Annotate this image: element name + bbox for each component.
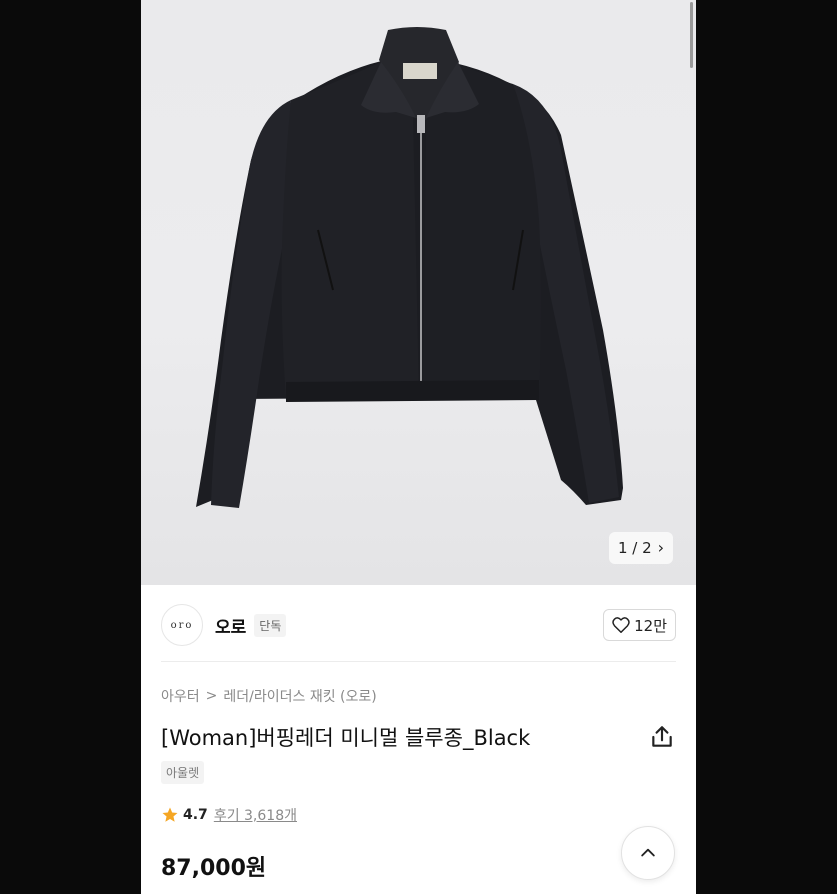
image-counter[interactable]: 1 / 2 › [609,532,673,564]
product-price: 87,000원 [161,856,267,881]
product-image-gallery[interactable]: 1 / 2 › [141,0,696,585]
chevron-up-icon [641,848,655,857]
breadcrumb-subcategory[interactable]: 레더/라이더스 재킷 (오로) [223,686,376,706]
brand-name[interactable]: 오로 [215,613,246,638]
heart-icon [612,617,630,633]
reviews-link[interactable]: 후기 3,618개 [214,805,297,825]
outlet-badge: 아울렛 [161,761,205,784]
product-title: [Woman]버핑레더 미니멀 블루종_Black [161,726,531,750]
image-counter-text: 1 / 2 [617,539,652,557]
brand-logo[interactable]: oro [161,604,203,646]
divider [161,661,676,662]
product-image [196,27,623,508]
rating-row: 4.7 후기 3,618개 [161,805,297,825]
exclusive-badge: 단독 [254,613,287,637]
chevron-right-icon[interactable]: › [658,540,664,556]
scroll-to-top-button[interactable] [621,826,675,880]
share-icon[interactable] [649,724,675,750]
breadcrumb: 아우터 > 레더/라이더스 재킷 (오로) [161,686,377,706]
like-count: 12만 [634,616,667,635]
breadcrumb-category[interactable]: 아우터 [161,686,200,706]
rating-score: 4.7 [183,807,208,823]
breadcrumb-separator: > [205,688,218,704]
star-icon [162,807,178,822]
product-page: 1 / 2 › oro 오로 단독 12만 아우터 > 레더/라이더스 재킷 (… [141,0,696,894]
brand-row: oro 오로 단독 12만 [161,601,676,649]
like-button[interactable]: 12만 [603,609,676,641]
brand-logo-text: oro [170,619,194,631]
